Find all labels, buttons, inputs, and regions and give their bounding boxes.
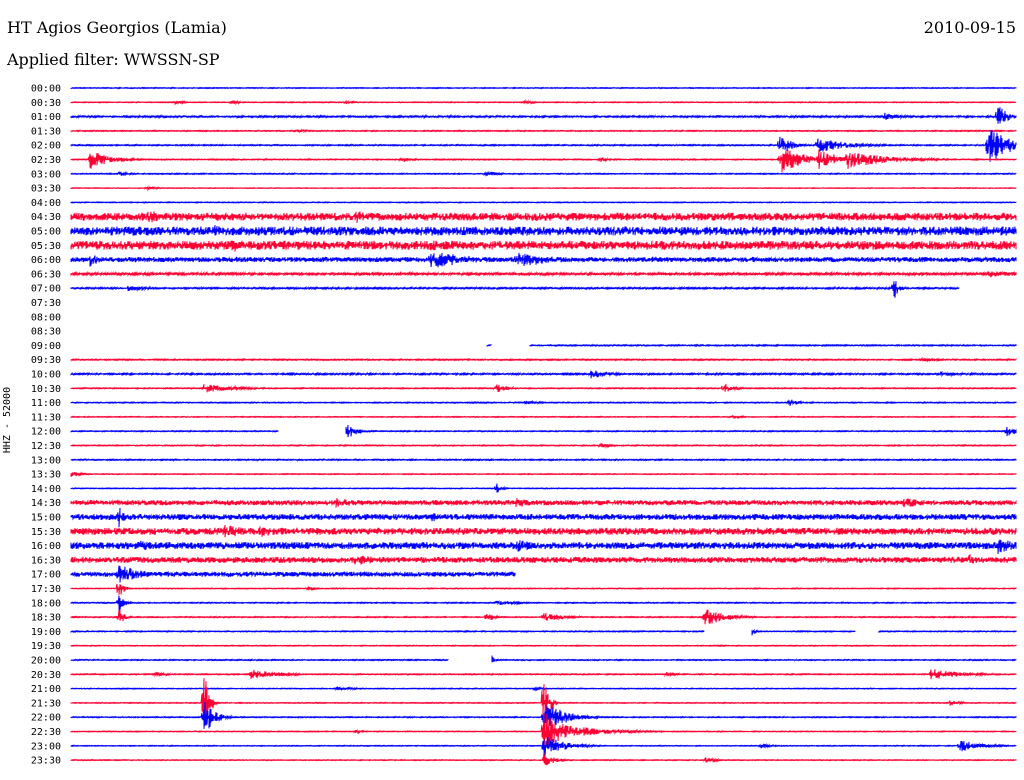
time-label: 23:00 xyxy=(31,741,61,752)
time-label: 11:30 xyxy=(31,412,61,423)
time-label: 17:00 xyxy=(31,570,61,581)
time-label: 18:00 xyxy=(31,598,61,609)
trace-row xyxy=(70,98,1017,106)
time-label: 14:00 xyxy=(31,484,61,495)
trace-row xyxy=(486,343,1017,348)
trace-row xyxy=(70,240,1017,252)
trace-row xyxy=(70,252,1017,268)
time-label: 00:00 xyxy=(31,84,61,95)
time-label: 12:30 xyxy=(31,441,61,452)
time-label: 11:00 xyxy=(31,398,61,409)
trace-row xyxy=(70,200,1017,204)
trace-row xyxy=(70,185,1017,192)
time-label: 01:30 xyxy=(31,126,61,137)
time-label: 21:30 xyxy=(31,698,61,709)
time-label: 18:30 xyxy=(31,613,61,624)
time-label: 22:00 xyxy=(31,713,61,724)
trace-row xyxy=(70,457,1017,462)
time-label: 10:00 xyxy=(31,370,61,381)
trace-row xyxy=(70,524,1017,538)
trace-row xyxy=(70,539,1017,554)
time-label: 03:30 xyxy=(31,184,61,195)
time-label: 16:00 xyxy=(31,541,61,552)
trace-row xyxy=(70,356,1017,363)
trace-row xyxy=(70,669,1017,680)
trace-row xyxy=(70,149,1017,173)
trace-row xyxy=(70,399,1017,406)
trace-row xyxy=(70,414,1017,419)
time-label: 22:30 xyxy=(31,727,61,738)
time-label: 06:30 xyxy=(31,269,61,280)
time-label: 00:30 xyxy=(31,98,61,109)
time-label: 12:00 xyxy=(31,427,61,438)
time-label: 17:30 xyxy=(31,584,61,595)
time-label: 19:30 xyxy=(31,641,61,652)
trace-row xyxy=(70,471,1017,478)
time-label: 13:30 xyxy=(31,470,61,481)
trace-row xyxy=(70,281,960,298)
trace-row xyxy=(70,383,1017,393)
time-label: 08:30 xyxy=(31,327,61,338)
trace-row xyxy=(70,107,1017,124)
trace-row xyxy=(70,644,1017,648)
trace-row xyxy=(70,224,1017,236)
time-label: 13:00 xyxy=(31,455,61,466)
time-label: 09:30 xyxy=(31,355,61,366)
time-label: 05:30 xyxy=(31,241,61,252)
time-label: 16:30 xyxy=(31,555,61,566)
time-label: 07:30 xyxy=(31,298,61,309)
trace-row xyxy=(70,424,1017,438)
time-label: 02:00 xyxy=(31,141,61,152)
trace-row xyxy=(70,583,1017,595)
time-label: 04:00 xyxy=(31,198,61,209)
trace-row xyxy=(70,565,516,583)
time-label: 19:00 xyxy=(31,627,61,638)
time-label: 10:30 xyxy=(31,384,61,395)
time-label: 08:00 xyxy=(31,312,61,323)
time-label: 06:00 xyxy=(31,255,61,266)
helicorder-plot: 00:00 00:30 01:00 01:30 02:00 02:30 03:00 03:30… xyxy=(31,84,1017,767)
trace-row xyxy=(70,211,1017,223)
trace-row xyxy=(70,507,1017,528)
time-label: 05:00 xyxy=(31,227,61,238)
time-label: 23:30 xyxy=(31,756,61,767)
time-label: 03:00 xyxy=(31,169,61,180)
trace-row xyxy=(70,628,1017,636)
trace-row xyxy=(70,86,1017,90)
trace-row xyxy=(70,370,1017,379)
time-label: 04:30 xyxy=(31,212,61,223)
time-label: 15:30 xyxy=(31,527,61,538)
trace-row xyxy=(70,655,1017,663)
trace-row xyxy=(70,170,1017,177)
trace-row xyxy=(70,609,1017,625)
time-label: 14:30 xyxy=(31,498,61,509)
trace-row xyxy=(70,752,1017,766)
trace-row xyxy=(70,554,1017,565)
trace-row xyxy=(70,497,1017,508)
time-label: 01:00 xyxy=(31,112,61,123)
time-label: 20:30 xyxy=(31,670,61,681)
trace-row xyxy=(70,270,1017,278)
trace-row xyxy=(70,128,1017,134)
time-label: 15:00 xyxy=(31,513,61,524)
trace-row xyxy=(70,483,1017,493)
time-label: 09:00 xyxy=(31,341,61,352)
trace-row xyxy=(70,442,1017,450)
time-label: 21:00 xyxy=(31,684,61,695)
time-label: 07:00 xyxy=(31,284,61,295)
time-label: 02:30 xyxy=(31,155,61,166)
trace-row xyxy=(70,595,1017,613)
time-label: 20:00 xyxy=(31,656,61,667)
